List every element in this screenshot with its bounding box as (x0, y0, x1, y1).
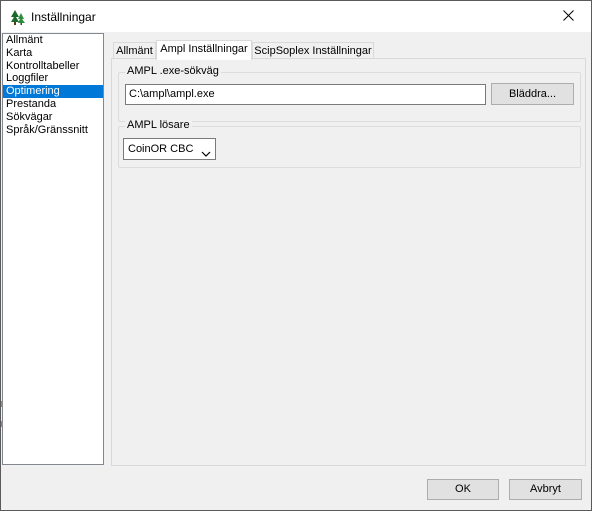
title-bar: Inställningar (1, 1, 591, 32)
browse-button[interactable]: Bläddra... (491, 83, 574, 105)
settings-dialog: Inställningar Allmänt Karta Kontrolltabe… (0, 0, 592, 511)
ampl-path-legend: AMPL .exe-sökväg (125, 65, 221, 77)
ampl-path-input[interactable]: C:\ampl\ampl.exe (125, 84, 486, 105)
sidebar-item-sokvagar[interactable]: Sökvägar (3, 111, 103, 124)
tab-ampl-installningar[interactable]: Ampl Inställningar (156, 40, 252, 60)
ampl-path-group: AMPL .exe-sökväg C:\ampl\ampl.exe Bläddr… (118, 65, 581, 122)
window-title: Inställningar (31, 10, 96, 24)
tree-logo-icon (10, 9, 26, 25)
ampl-solver-group: AMPL lösare CoinOR CBC (118, 119, 581, 168)
window-edge-mark (1, 421, 3, 427)
sidebar-item-loggfiler[interactable]: Loggfiler (3, 72, 103, 85)
ok-button[interactable]: OK (427, 479, 499, 500)
tab-scipsoplex-installningar[interactable]: ScipSoplex Inställningar (252, 42, 374, 59)
sidebar-item-karta[interactable]: Karta (3, 47, 103, 60)
tab-panel: AMPL .exe-sökväg C:\ampl\ampl.exe Bläddr… (111, 58, 586, 466)
category-list[interactable]: Allmänt Karta Kontrolltabeller Loggfiler… (2, 33, 104, 465)
solver-select-value: CoinOR CBC (128, 143, 194, 155)
ampl-solver-legend: AMPL lösare (125, 119, 192, 131)
cancel-button[interactable]: Avbryt (509, 479, 582, 500)
window-edge-mark (1, 401, 3, 407)
solver-select[interactable]: CoinOR CBC (123, 138, 216, 160)
chevron-down-icon (201, 145, 211, 157)
sidebar-item-sprak[interactable]: Språk/Gränssnitt (3, 124, 103, 137)
tab-allmant[interactable]: Allmänt (113, 42, 156, 59)
sidebar-item-prestanda[interactable]: Prestanda (3, 98, 103, 111)
sidebar-item-allmant[interactable]: Allmänt (3, 34, 103, 47)
sidebar-item-optimering[interactable]: Optimering (3, 85, 103, 98)
close-icon (563, 9, 574, 24)
close-button[interactable] (546, 1, 591, 32)
sidebar-item-kontrolltabeller[interactable]: Kontrolltabeller (3, 60, 103, 73)
